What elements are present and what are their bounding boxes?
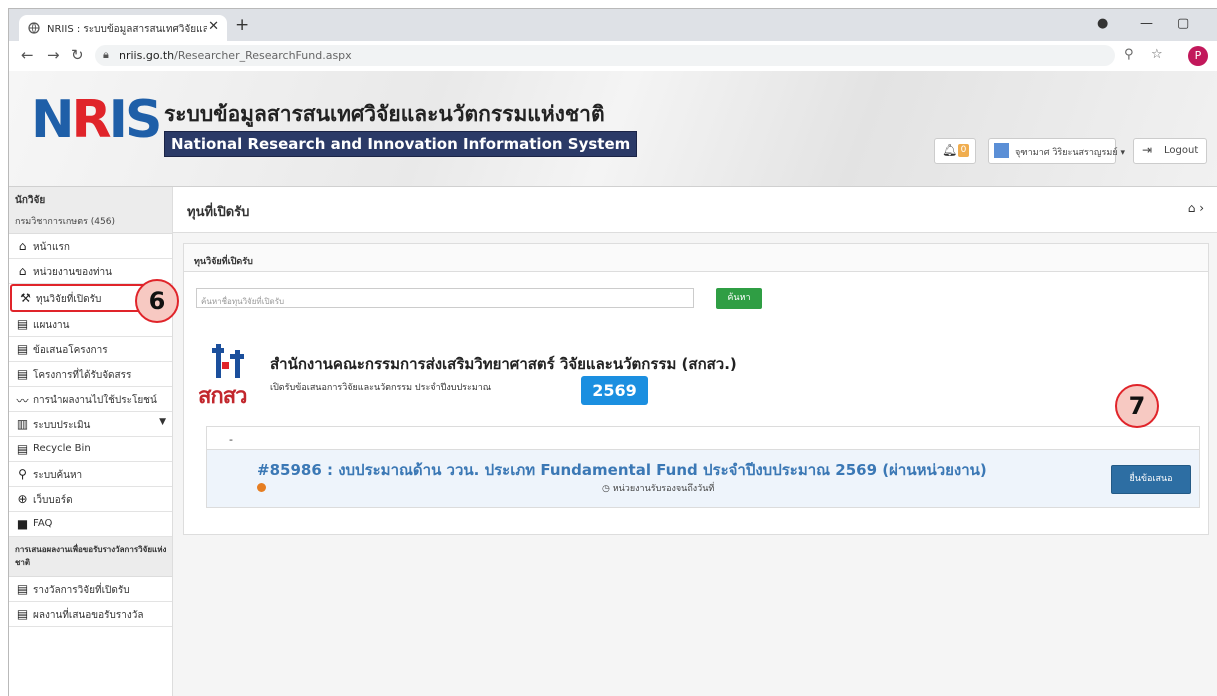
home-icon[interactable]: ⌂ ›	[1188, 201, 1204, 215]
step-callout-6: 6	[135, 279, 179, 323]
breadcrumb: ทุนที่เปิดรับ ⌂ ›	[173, 187, 1217, 233]
reload-icon[interactable]: ↻	[71, 46, 84, 64]
browser-tab[interactable]: NRIIS : ระบบข้อมูลสารสนเทศวิจัยและนวั ✕	[19, 15, 227, 41]
notification-button[interactable]: 🔔︎ 0	[934, 138, 976, 164]
clipboard-icon: ▤	[16, 367, 29, 381]
record-icon[interactable]: ●	[1097, 16, 1108, 31]
fund-list: - #85986 : งบประมาณด้าน ววน. ประเภท Fund…	[206, 426, 1200, 508]
fund-row: #85986 : งบประมาณด้าน ววน. ประเภท Fundam…	[207, 449, 1199, 507]
tab-title: NRIIS : ระบบข้อมูลสารสนเทศวิจัยและนวั	[47, 24, 207, 35]
list-icon: ▤	[16, 607, 29, 621]
site-title-thai: ระบบข้อมูลสารสนเทศวิจัยและนวัตกรรมแห่งชา…	[164, 102, 605, 126]
search-button[interactable]: ค้นหา	[716, 288, 762, 309]
home-icon: ⌂	[18, 264, 27, 278]
clipboard-icon: ▤	[16, 342, 29, 356]
nris-logo: NRIS	[31, 90, 162, 150]
panel-title: ทุนวิจัยที่เปิดรับ	[184, 244, 1208, 272]
agency-name: สำนักงานคณะกรรมการส่งเสริมวิทยาศาสตร์ วิ…	[270, 355, 737, 373]
sidebar-item-submitted-awards[interactable]: ▤ ผลงานที่เสนอขอรับรางวัล	[9, 602, 172, 627]
bell-icon: 🔔︎	[942, 143, 958, 157]
url-field[interactable]: 🔒︎ nriis.go.th/Researcher_ResearchFund.a…	[95, 45, 1115, 66]
sidebar-section-awards: การเสนอผลงานเพื่อขอรับรางวัลการวิจัยแห่ง…	[9, 537, 172, 577]
sidebar-item-webboard[interactable]: ⊕ เว็บบอร์ด	[9, 487, 172, 512]
list-icon: ▤	[16, 582, 29, 596]
user-org: กรมวิชาการเกษตร (456)	[15, 217, 115, 227]
minimize-icon[interactable]: —	[1140, 16, 1153, 31]
sidebar-item-search[interactable]: ⚲ ระบบค้นหา	[9, 462, 172, 487]
sidebar-item-utilization[interactable]: 〰การนำผลงานไปใช้ประโยชน์	[9, 387, 172, 412]
sidebar-item-funded-projects[interactable]: ▤ โครงการที่ได้รับจัดสรร	[9, 362, 172, 387]
logout-label: Logout	[1164, 145, 1199, 156]
site-title-english: National Research and Innovation Informa…	[164, 131, 638, 157]
url-host: nriis.go.th	[119, 49, 175, 62]
url-path: /Researcher_ResearchFund.aspx	[174, 49, 352, 62]
tab-strip: NRIIS : ระบบข้อมูลสารสนเทศวิจัยและนวั ✕ …	[9, 9, 1217, 41]
clipboard-icon: ▤	[16, 442, 29, 456]
search-icon: ⚲	[18, 467, 27, 481]
forward-icon[interactable]: →	[47, 46, 60, 64]
new-tab-button[interactable]: +	[235, 15, 249, 35]
home-icon: ⌂	[18, 239, 27, 253]
open-funds-panel: ทุนวิจัยที่เปิดรับ ค้นหาชื่อทุนวิจัยที่เ…	[183, 243, 1209, 535]
clock-icon: ◷	[602, 484, 613, 494]
user-name: จุฑามาศ วิริยะนสราญรมย์ ▾	[1015, 148, 1125, 158]
chart-line-icon: 〰	[16, 394, 29, 408]
clipboard-icon: ▤	[16, 317, 29, 331]
logout-button[interactable]: ⇥ Logout	[1133, 138, 1207, 164]
user-avatar	[994, 143, 1009, 158]
back-icon[interactable]: ←	[21, 46, 34, 64]
step-callout-7: 7	[1115, 384, 1159, 428]
bookmark-star-icon[interactable]: ☆	[1151, 47, 1163, 62]
gavel-icon: ⚒	[20, 291, 31, 305]
address-bar: ← → ↻ 🔒︎ nriis.go.th/Researcher_Research…	[9, 41, 1217, 72]
agency-description: เปิดรับข้อเสนอการวิจัยและนวัตกรรม ประจำป…	[270, 383, 492, 393]
browser-window: NRIIS : ระบบข้อมูลสารสนเทศวิจัยและนวั ✕ …	[8, 8, 1217, 696]
submit-proposal-button[interactable]: ยื่นข้อเสนอ	[1111, 465, 1191, 494]
profile-avatar[interactable]: P	[1188, 46, 1208, 66]
fiscal-year-badge: 2569	[581, 376, 648, 405]
agency-abbreviation: สกสว	[198, 384, 248, 409]
bar-chart-icon: ▥	[16, 417, 29, 431]
user-role: นักวิจัย	[15, 195, 46, 206]
zoom-icon[interactable]: ⚲	[1124, 47, 1134, 62]
status-dot-icon	[257, 483, 266, 492]
funding-agency: สกสว สำนักงานคณะกรรมการส่งเสริมวิทยาศาสต…	[198, 338, 758, 409]
globe-icon: ⊕	[17, 492, 28, 506]
sidebar-user-info: นักวิจัย กรมวิชาการเกษตร (456)	[9, 187, 172, 234]
sidebar-item-evaluation[interactable]: ▥ ระบบประเมิน ▼	[9, 412, 172, 437]
tab-close-icon[interactable]: ✕	[208, 19, 219, 34]
notification-badge: 0	[958, 144, 969, 157]
logout-icon: ⇥	[1142, 143, 1153, 157]
tsri-logo-icon	[212, 344, 244, 378]
sidebar: นักวิจัย กรมวิชาการเกษตร (456) ⌂ หน้าแรก …	[9, 187, 173, 696]
sidebar-item-proposals[interactable]: ▤ ข้อเสนอโครงการ	[9, 337, 172, 362]
page-title: ทุนที่เปิดรับ	[187, 205, 250, 220]
deadline-label: ◷ หน่วยงานรับรองจนถึงวันที่	[602, 484, 715, 494]
main-content: ทุนที่เปิดรับ ⌂ › ทุนวิจัยที่เปิดรับ ค้น…	[173, 187, 1217, 696]
sidebar-item-open-awards[interactable]: ▤ รางวัลการวิจัยที่เปิดรับ	[9, 577, 172, 602]
site-header: NRIS ระบบข้อมูลสารสนเทศวิจัยและนวัตกรรมแ…	[9, 71, 1217, 187]
lock-icon: 🔒︎	[103, 48, 109, 61]
restore-icon[interactable]: ▢	[1177, 16, 1189, 31]
sidebar-item-home[interactable]: ⌂ หน้าแรก	[9, 234, 172, 259]
sidebar-item-recycle-bin[interactable]: ▤ Recycle Bin	[9, 437, 172, 462]
sidebar-item-faq[interactable]: ■ FAQ	[9, 512, 172, 537]
search-input[interactable]: ค้นหาชื่อทุนวิจัยที่เปิดรับ	[196, 288, 694, 308]
globe-icon	[28, 22, 40, 34]
user-menu-button[interactable]: จุฑามาศ วิริยะนสราญรมย์ ▾	[988, 138, 1125, 164]
fund-title[interactable]: #85986 : งบประมาณด้าน ววน. ประเภท Fundam…	[257, 458, 987, 482]
fund-group-label: -	[229, 433, 233, 446]
chevron-down-icon: ▼	[159, 417, 166, 427]
comment-icon: ■	[16, 517, 29, 531]
